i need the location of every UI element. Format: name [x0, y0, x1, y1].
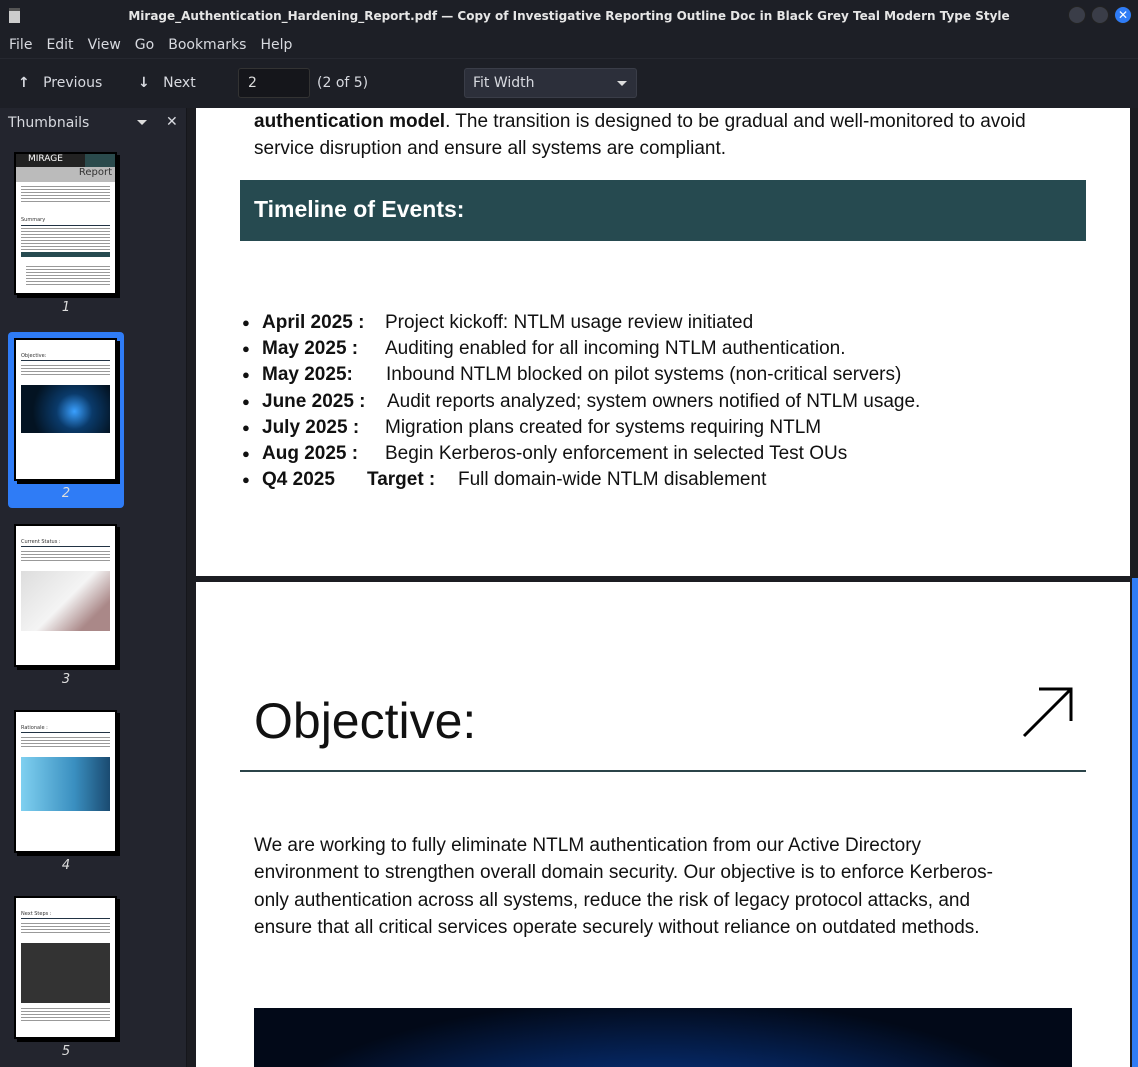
menu-bar: File Edit View Go Bookmarks Help: [0, 32, 1138, 58]
security-shield-image: [254, 1008, 1072, 1067]
thumb-number: 3: [61, 672, 71, 687]
objective-heading: Objective:: [254, 693, 477, 749]
thumb-heading: Rationale :: [21, 725, 48, 731]
arrow-up-icon: ↑: [18, 75, 30, 91]
text: . The transition is designed to be gradu…: [445, 111, 1026, 132]
thumbnail-page-5[interactable]: Next Steps : 5: [8, 890, 124, 1066]
paragraph-line: authentication model. The transition is …: [254, 108, 1026, 135]
sidebar-title: Thumbnails: [8, 115, 90, 131]
sidebar: Thumbnails ✕ MIRAGE Report Summary 1 Obje…: [0, 108, 187, 1067]
zoom-value: Fit Width: [473, 75, 535, 91]
toolbar: ↑ Previous ↓ Next 2 (2 of 5) Fit Width: [0, 58, 1138, 108]
thumbnail-page-4[interactable]: Rationale : 4: [8, 704, 124, 880]
thumb-number: 4: [61, 858, 71, 873]
paragraph-line: environment to strengthen overall domain…: [254, 862, 993, 883]
next-button[interactable]: ↓ Next: [138, 75, 196, 91]
previous-label: Previous: [43, 75, 103, 91]
thumb-heading: Objective:: [21, 353, 47, 359]
thumb-heading: Summary: [21, 217, 46, 223]
close-sidebar-icon[interactable]: ✕: [166, 114, 178, 130]
thumb-number: 1: [61, 300, 71, 315]
arrow-down-icon: ↓: [138, 75, 150, 91]
paragraph-line: ensure that all critical services operat…: [254, 917, 980, 938]
menu-edit[interactable]: Edit: [46, 37, 73, 53]
timeline-item: April 2025 :Project kickoff: NTLM usage …: [242, 310, 920, 336]
page-number-input[interactable]: 2: [238, 68, 310, 98]
thumbnail-page-1[interactable]: MIRAGE Report Summary 1: [8, 146, 124, 322]
arrow-up-right-icon: [1022, 687, 1073, 738]
timeline-item: July 2025 :Migration plans created for s…: [242, 415, 920, 441]
thumb-heading: Current Status :: [21, 539, 61, 545]
menu-file[interactable]: File: [9, 37, 32, 53]
thumbnail-page-2[interactable]: Objective: 2: [8, 332, 124, 508]
app-icon: [9, 8, 20, 23]
sidebar-dropdown-icon[interactable]: [137, 120, 147, 125]
menu-help[interactable]: Help: [260, 37, 292, 53]
thumb-number: 5: [61, 1044, 71, 1059]
scrollbar[interactable]: [1132, 578, 1138, 1067]
timeline-list: April 2025 :Project kickoff: NTLM usage …: [242, 310, 920, 494]
menu-view[interactable]: View: [88, 37, 121, 53]
divider: [240, 770, 1086, 772]
paragraph-line: only authentication across all systems, …: [254, 890, 971, 911]
close-button[interactable]: ✕: [1114, 6, 1132, 24]
bold-text: authentication model: [254, 111, 446, 132]
chevron-down-icon: [617, 81, 627, 86]
timeline-heading: Timeline of Events:: [240, 180, 1086, 241]
next-label: Next: [163, 75, 196, 91]
pdf-page-2: Objective: We are working to fully elimi…: [196, 582, 1130, 1067]
timeline-item: Q4 2025Target :Full domain-wide NTLM dis…: [242, 467, 920, 493]
previous-button[interactable]: ↑ Previous: [18, 75, 102, 91]
zoom-select[interactable]: Fit Width: [464, 68, 637, 98]
maximize-button[interactable]: [1091, 6, 1109, 24]
paragraph-line: service disruption and ensure all system…: [254, 138, 727, 159]
timeline-item: June 2025 :Audit reports analyzed; syste…: [242, 389, 920, 415]
title-bar: Mirage_Authentication_Hardening_Report.p…: [0, 0, 1138, 32]
thumb-number: 2: [61, 486, 71, 501]
thumb-subtitle: Report: [16, 167, 115, 182]
pdf-page-1: authentication model. The transition is …: [196, 108, 1130, 576]
page-count: (2 of 5): [317, 75, 369, 91]
menu-go[interactable]: Go: [135, 37, 154, 53]
thumbnail-page-3[interactable]: Current Status : 3: [8, 518, 124, 694]
timeline-item: May 2025:Inbound NTLM blocked on pilot s…: [242, 362, 920, 388]
thumb-heading: Next Steps :: [21, 911, 52, 917]
document-view[interactable]: authentication model. The transition is …: [187, 108, 1138, 1067]
minimize-button[interactable]: [1068, 6, 1086, 24]
paragraph-line: We are working to fully eliminate NTLM a…: [254, 835, 922, 856]
menu-bookmarks[interactable]: Bookmarks: [168, 37, 246, 53]
timeline-item: Aug 2025 :Begin Kerberos-only enforcemen…: [242, 441, 920, 467]
window-title: Mirage_Authentication_Hardening_Report.p…: [128, 9, 1010, 23]
timeline-item: May 2025 :Auditing enabled for all incom…: [242, 336, 920, 362]
